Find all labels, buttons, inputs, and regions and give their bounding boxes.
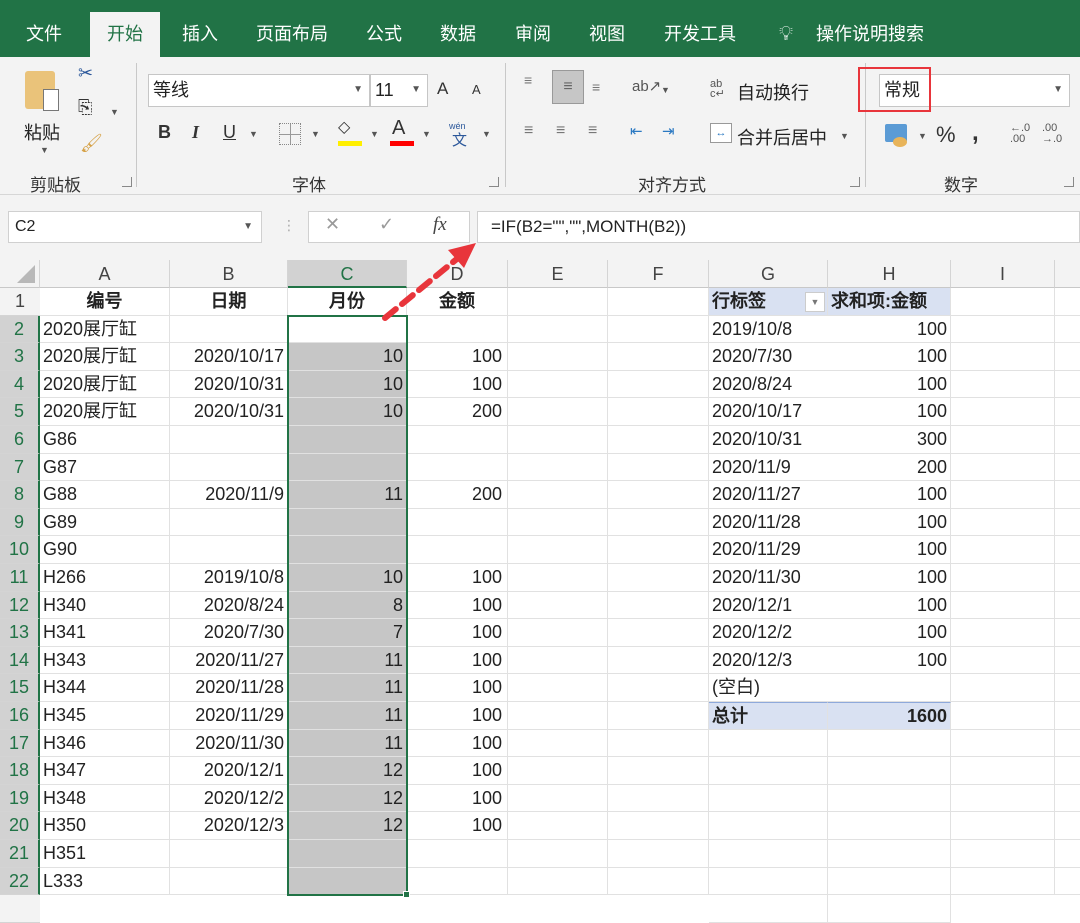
annotation-arrow <box>382 243 476 321</box>
arrow-shaft <box>382 255 461 321</box>
